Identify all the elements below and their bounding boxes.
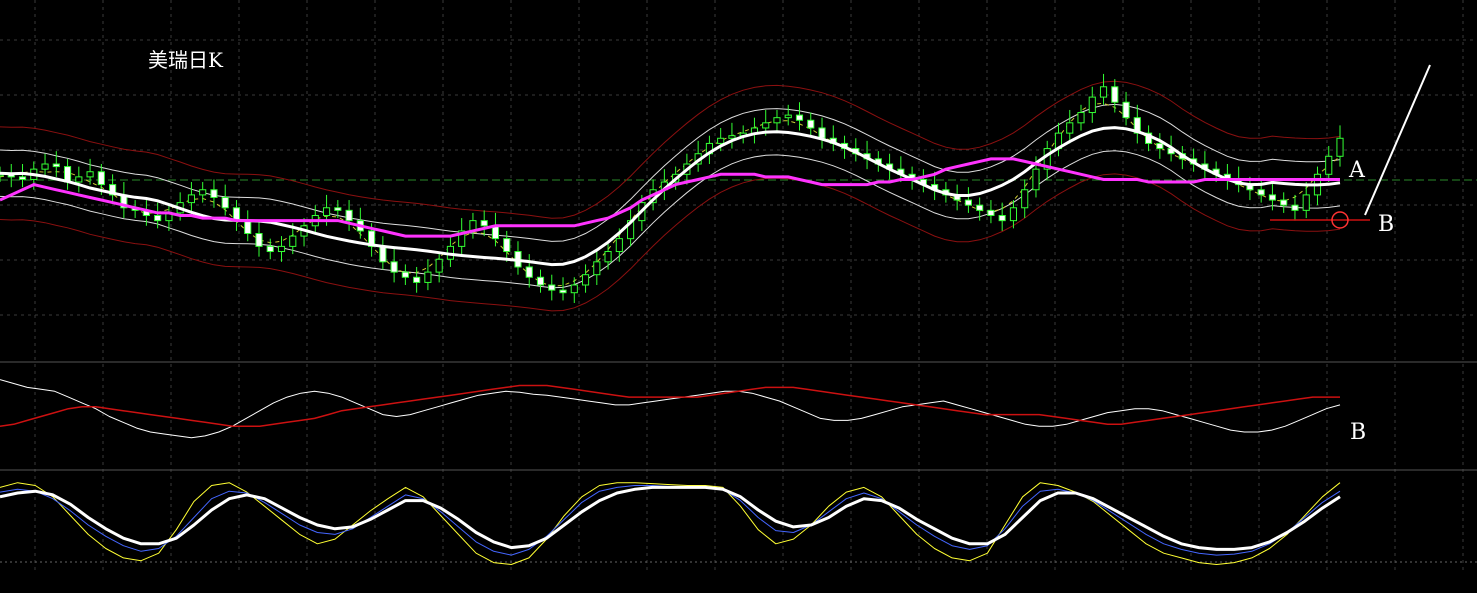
- candle-body: [581, 274, 590, 286]
- trend-arrow-line: [1364, 64, 1431, 216]
- candle-body: [41, 163, 49, 170]
- candle-body: [795, 114, 804, 121]
- candle-body: [75, 176, 83, 183]
- candle-body: [818, 127, 826, 139]
- candle-body: [1122, 101, 1130, 119]
- candle-body: [435, 258, 443, 273]
- candle-body: [1336, 137, 1344, 157]
- candle-body: [1032, 168, 1040, 191]
- chart-window: 美瑞日K A B B: [0, 0, 1477, 593]
- candle-body: [717, 137, 725, 144]
- candle-body: [480, 220, 488, 227]
- candle-body: [604, 251, 612, 263]
- price-chart: [0, 0, 1477, 570]
- candle-body: [559, 289, 567, 294]
- candle-body: [1325, 155, 1333, 175]
- candle-body: [1066, 122, 1074, 134]
- candle-body: [379, 245, 387, 263]
- candle-body: [413, 276, 421, 283]
- candle-body: [244, 220, 252, 235]
- grid: [0, 0, 1477, 570]
- candle-body: [277, 245, 286, 253]
- candle-body: [424, 271, 432, 283]
- inner-band-lower: [0, 150, 1341, 289]
- candle-body: [154, 214, 162, 222]
- candle-body: [1021, 189, 1029, 209]
- candle-body: [187, 194, 195, 204]
- marker-label-b-main: B: [1378, 212, 1395, 237]
- candle-body: [964, 199, 972, 206]
- oscillator-line: [0, 379, 1341, 439]
- marker-label-a: A: [1349, 158, 1365, 183]
- candle-body: [1302, 194, 1310, 211]
- candle-body: [593, 261, 601, 276]
- candle-body: [18, 176, 27, 180]
- candle-body: [998, 214, 1006, 222]
- candle-body: [322, 207, 331, 216]
- oscillator-panel: [0, 379, 1341, 439]
- candle-body: [97, 171, 105, 186]
- candle-body: [86, 171, 94, 178]
- marker-label-b-oscillator: B: [1350, 420, 1367, 445]
- candle-body: [199, 189, 207, 196]
- annotations: [1270, 64, 1431, 229]
- candle-body: [401, 271, 409, 278]
- outer-band-upper: [0, 80, 1341, 219]
- candle-body: [1156, 142, 1164, 150]
- candle-body: [289, 235, 297, 247]
- stoch-slow-line: [0, 485, 1341, 551]
- slow-ma-line: [0, 157, 1340, 238]
- candle-body: [784, 114, 792, 119]
- candle-body: [570, 284, 578, 294]
- candle-body: [1268, 194, 1277, 201]
- chart-title: 美瑞日K: [148, 48, 223, 72]
- candle-body: [1099, 86, 1108, 98]
- candle-body: [334, 207, 342, 211]
- candle-body: [548, 284, 556, 291]
- candle-body: [1009, 207, 1018, 222]
- candle-body: [52, 163, 60, 168]
- candle-body: [976, 204, 984, 211]
- oscillator-signal-line: [0, 384, 1340, 427]
- candle-body: [1088, 96, 1096, 114]
- candle-body: [210, 189, 218, 198]
- candle-body: [807, 119, 815, 129]
- mid-ma-line: [0, 126, 1341, 267]
- candle-body: [728, 135, 736, 139]
- candle-body: [390, 261, 398, 273]
- candle-body: [1111, 86, 1119, 103]
- candle-body: [1257, 189, 1265, 196]
- candle-body: [773, 117, 781, 124]
- candle-body: [1280, 199, 1288, 206]
- candle-body: [1291, 204, 1299, 211]
- candle-body: [536, 276, 545, 286]
- candlestick-panel: [0, 73, 1344, 312]
- candle-body: [762, 122, 770, 129]
- candle-body: [266, 245, 274, 253]
- candle-body: [1077, 112, 1085, 124]
- candle-body: [503, 238, 511, 253]
- candle-body: [615, 238, 623, 253]
- candle-body: [987, 209, 995, 216]
- candle-body: [255, 233, 263, 247]
- candle-body: [525, 266, 533, 278]
- candle-body: [221, 196, 229, 209]
- candle-body: [345, 209, 353, 222]
- stochastic-panel: [0, 482, 1341, 565]
